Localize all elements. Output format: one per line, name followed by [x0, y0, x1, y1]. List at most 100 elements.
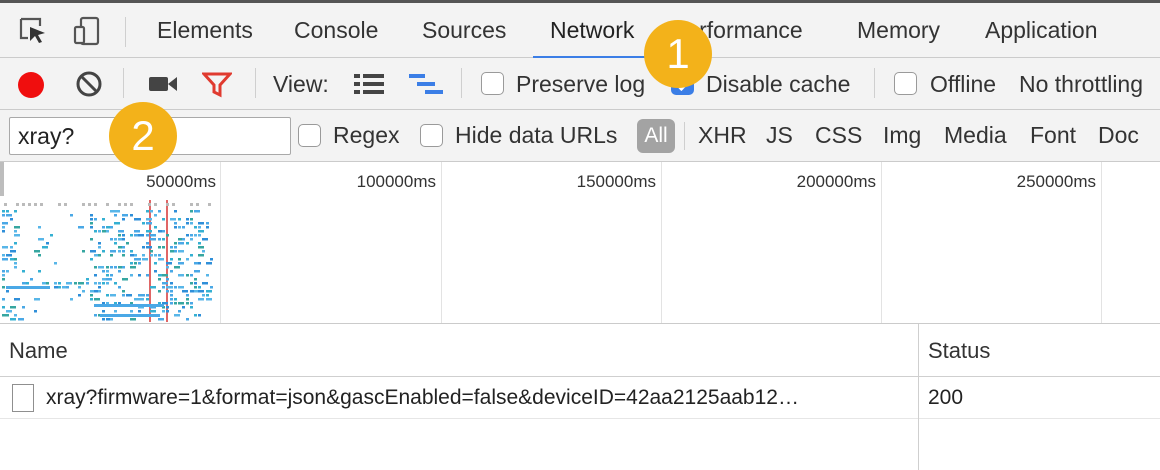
overview-mark — [202, 282, 208, 285]
overview-mark — [206, 222, 209, 225]
overview-mark — [148, 203, 151, 206]
overview-mark — [98, 282, 101, 285]
overview-mark — [186, 302, 189, 305]
overview-mark — [138, 310, 141, 313]
overview-grid-line — [881, 162, 882, 323]
tab-network[interactable]: Network — [550, 17, 634, 44]
offline-checkbox[interactable] — [894, 72, 917, 95]
filter-font[interactable]: Font — [1030, 122, 1076, 149]
overview-mark — [150, 234, 156, 237]
column-divider[interactable] — [918, 324, 919, 470]
overview-mark — [10, 306, 16, 309]
overview-mark — [10, 250, 16, 253]
overview-mark — [198, 242, 201, 245]
preserve-log-checkbox[interactable] — [481, 72, 504, 95]
filter-all-button[interactable]: All — [637, 119, 675, 153]
overview-mark — [142, 294, 145, 297]
filter-icon[interactable] — [202, 72, 232, 98]
toolbar-divider — [874, 68, 875, 98]
overview-mark — [98, 266, 104, 269]
overview-mark — [194, 278, 197, 281]
overview-mark — [174, 286, 177, 289]
overview-mark — [54, 282, 57, 285]
view-label: View: — [273, 71, 329, 97]
overview-mark — [110, 254, 113, 257]
overview-mark — [154, 254, 157, 257]
overview-mark — [166, 278, 169, 281]
overview-mark — [138, 274, 141, 277]
overview-mark — [162, 282, 168, 285]
column-header-name[interactable]: Name — [9, 338, 68, 364]
overview-mark — [90, 214, 93, 217]
table-row[interactable]: xray?firmware=1&format=json&gascEnabled=… — [0, 377, 1160, 419]
filter-doc[interactable]: Doc — [1098, 122, 1139, 149]
overview-mark — [142, 258, 148, 261]
overview-mark — [186, 274, 189, 277]
overview-mark — [138, 262, 141, 265]
overview-mark — [98, 246, 101, 249]
overview-mark — [106, 278, 112, 281]
overview-mark — [170, 282, 173, 285]
overview-mark — [174, 226, 177, 229]
overview-mark — [206, 262, 212, 265]
overview-mark — [146, 210, 149, 213]
overview-mark — [10, 318, 16, 321]
overview-mark — [186, 234, 189, 237]
overview-mark — [14, 314, 17, 317]
overview-mark — [94, 266, 97, 269]
overview-mark — [210, 258, 213, 261]
overview-mark — [146, 246, 152, 249]
tab-elements[interactable]: Elements — [157, 17, 253, 44]
tab-application[interactable]: Application — [985, 17, 1098, 44]
inspect-element-icon[interactable] — [18, 16, 48, 46]
overview-mark — [106, 230, 109, 233]
overview-mark — [186, 222, 189, 225]
large-rows-icon[interactable] — [354, 73, 384, 95]
overview-mark — [174, 302, 177, 305]
capture-screenshots-icon[interactable] — [148, 74, 178, 94]
filter-media[interactable]: Media — [944, 122, 1007, 149]
overview-mark — [130, 274, 133, 277]
network-overview[interactable]: 50000ms 100000ms 150000ms 200000ms 25000… — [0, 162, 1160, 324]
overview-mark — [2, 226, 5, 229]
record-icon[interactable] — [16, 70, 46, 100]
overview-mark — [58, 286, 61, 289]
overview-mark — [2, 246, 8, 249]
overview-mark — [206, 294, 209, 297]
overview-mark — [150, 210, 153, 213]
column-header-status[interactable]: Status — [928, 338, 990, 364]
device-toolbar-icon[interactable] — [72, 16, 102, 46]
clear-icon[interactable] — [75, 70, 103, 98]
overview-mark — [110, 318, 113, 321]
filter-img[interactable]: Img — [883, 122, 921, 149]
throttling-select[interactable]: No throttling — [1019, 71, 1143, 98]
tab-sources[interactable]: Sources — [422, 17, 506, 44]
regex-checkbox[interactable] — [298, 124, 321, 147]
overview-mark — [178, 258, 181, 261]
overview-mark — [178, 262, 184, 265]
disable-cache-label: Disable cache — [706, 71, 851, 97]
overview-mark — [38, 254, 41, 257]
overview-mark — [190, 234, 193, 237]
overview-mark — [14, 242, 17, 245]
waterfall-overview-icon[interactable] — [409, 73, 443, 97]
tab-memory[interactable]: Memory — [857, 17, 940, 44]
filter-css[interactable]: CSS — [815, 122, 862, 149]
filter-js[interactable]: JS — [766, 122, 793, 149]
regex-label: Regex — [333, 122, 400, 148]
filter-xhr[interactable]: XHR — [698, 122, 747, 149]
overview-mark — [174, 250, 177, 253]
overview-mark — [106, 266, 109, 269]
overview-mark — [2, 210, 5, 213]
hide-data-urls-checkbox[interactable] — [420, 124, 443, 147]
overview-mark — [114, 238, 117, 241]
overview-mark — [174, 298, 177, 301]
overview-mark — [186, 298, 189, 301]
overview-mark — [158, 278, 161, 281]
tab-console[interactable]: Console — [294, 17, 378, 44]
overview-mark — [170, 298, 173, 301]
overview-mark — [94, 203, 97, 206]
overview-mark — [26, 282, 29, 285]
overview-mark — [106, 203, 109, 206]
overview-mark — [202, 238, 208, 241]
